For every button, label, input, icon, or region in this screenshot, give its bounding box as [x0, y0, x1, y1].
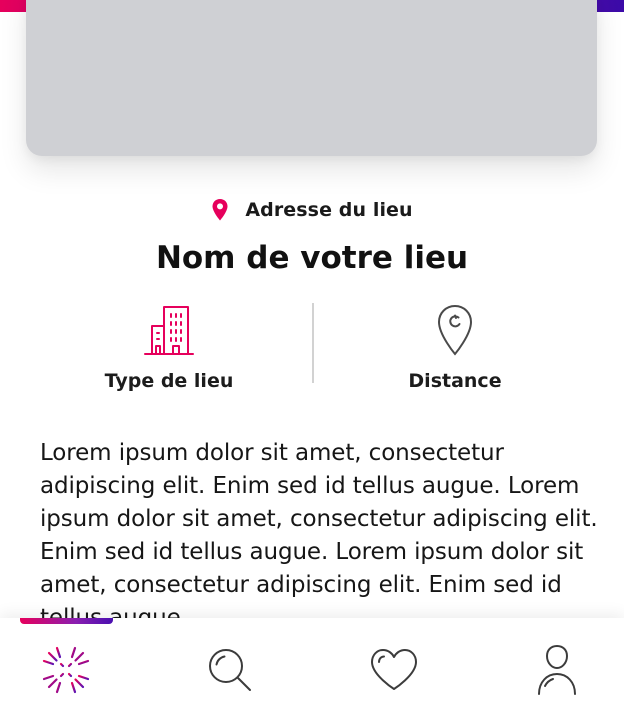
venue-address-row: Adresse du lieu [0, 196, 624, 224]
venue-type-label: Type de lieu [104, 370, 234, 392]
venue-type-info: Type de lieu [69, 303, 269, 392]
venue-name: Nom de votre lieu [155, 240, 469, 276]
bottom-nav-bar [0, 618, 624, 724]
venue-address: Adresse du lieu [245, 199, 413, 221]
user-icon [537, 644, 577, 700]
active-tab-indicator [20, 618, 113, 624]
nav-search-button[interactable] [200, 642, 260, 702]
sparkle-home-icon [40, 644, 92, 700]
distance-label: Distance [408, 370, 502, 392]
info-divider [312, 303, 314, 383]
venue-image-placeholder [26, 0, 597, 156]
map-pin-icon [211, 198, 229, 222]
nav-profile-button[interactable] [527, 642, 587, 702]
search-icon [206, 646, 254, 698]
location-pin-icon [355, 303, 555, 357]
building-icon [69, 303, 269, 357]
venue-description: Lorem ipsum dolor sit amet, consectetur … [40, 440, 598, 631]
nav-home-button[interactable] [36, 642, 96, 702]
distance-info: Distance [355, 303, 555, 392]
nav-favorites-button[interactable] [364, 642, 424, 702]
heart-icon [369, 648, 419, 696]
